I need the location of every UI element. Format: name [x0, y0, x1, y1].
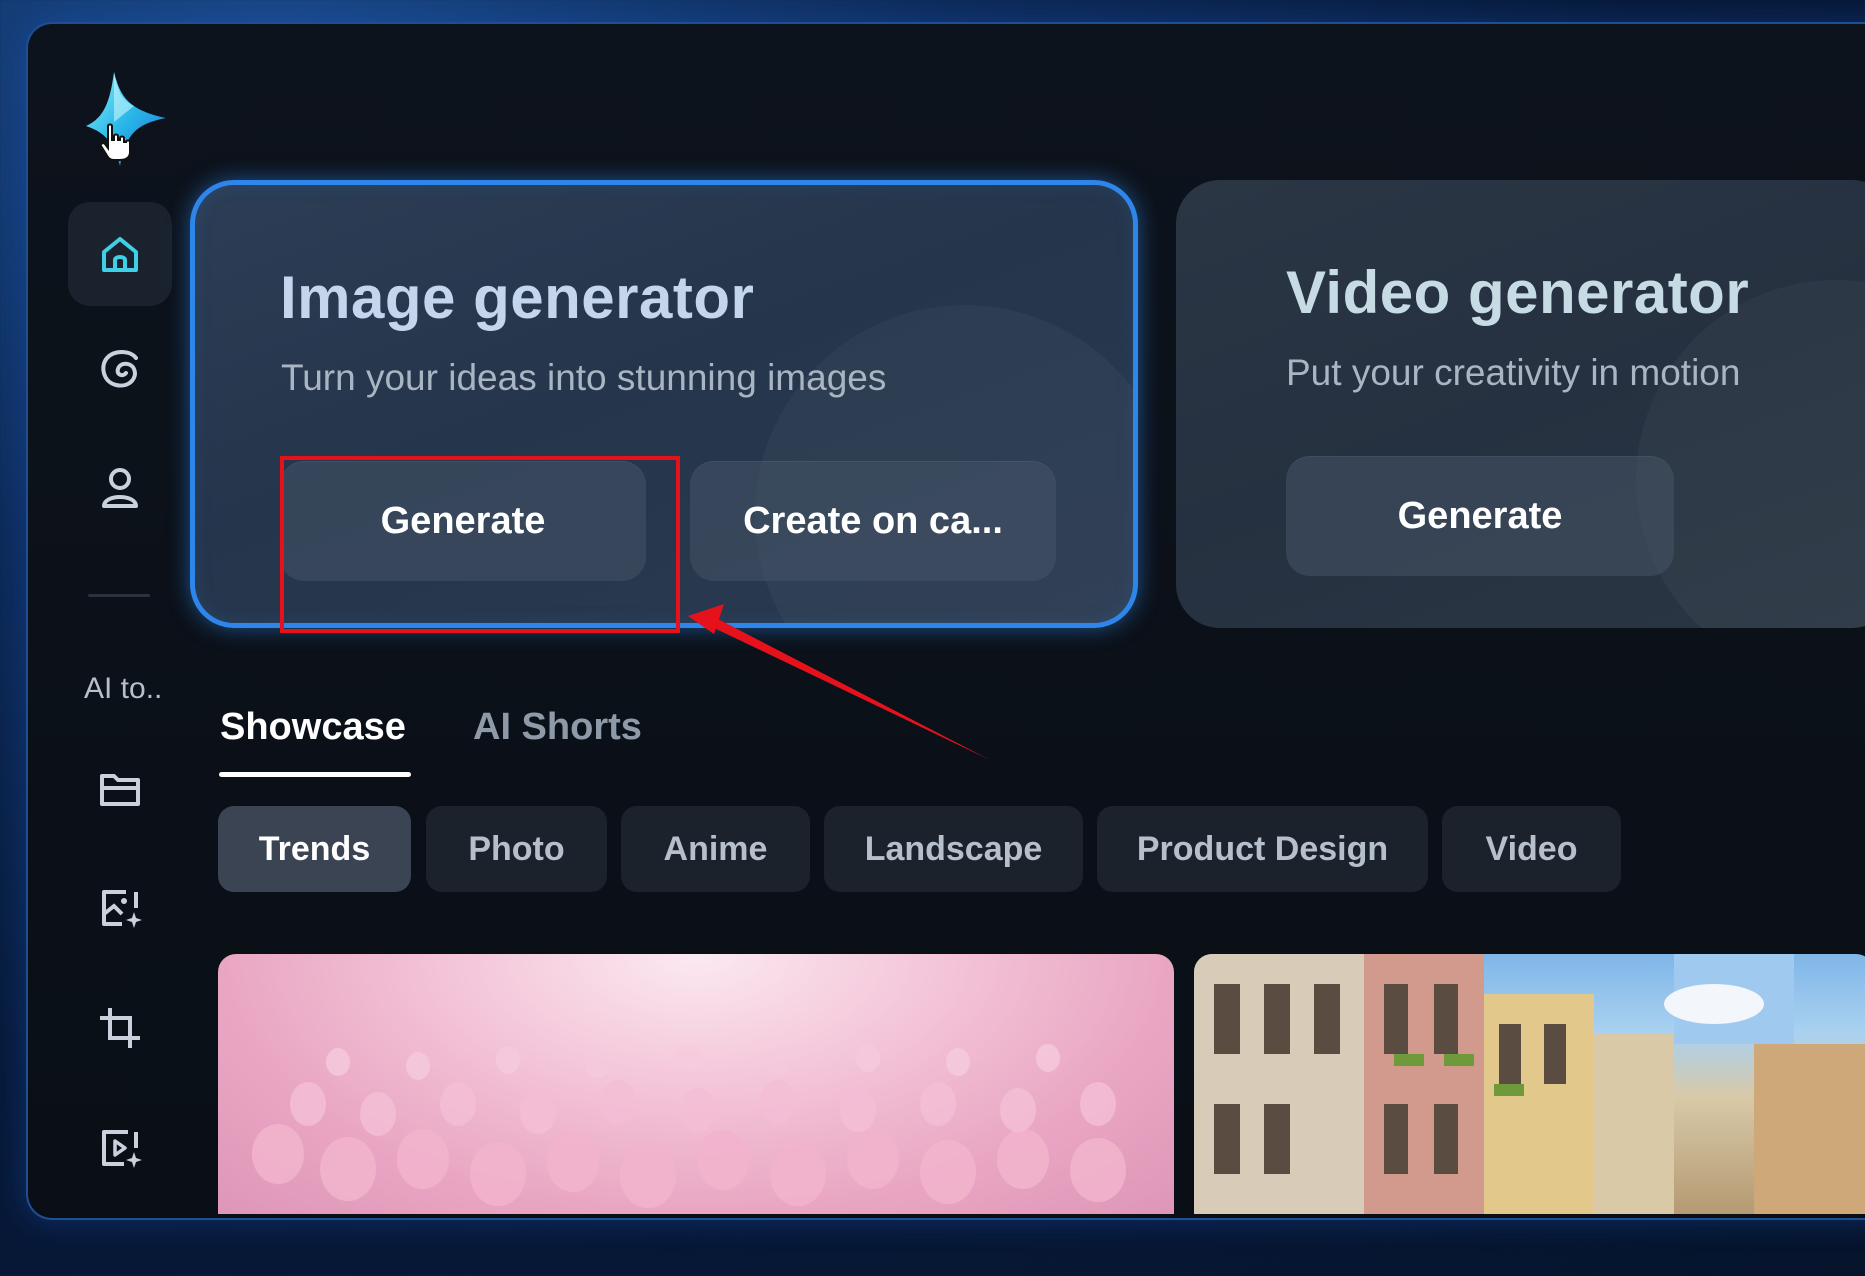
- sidebar-item-image-tool[interactable]: [68, 856, 172, 960]
- pink-spheres-image: [252, 1044, 1126, 1208]
- tab-ai-shorts[interactable]: AI Shorts: [473, 706, 642, 749]
- sidebar: AI to..: [28, 24, 208, 1218]
- user-icon: [102, 468, 138, 508]
- city-street-image: [1194, 954, 1865, 1214]
- sidebar-section-label: AI to..: [84, 672, 163, 705]
- chip-product-design[interactable]: Product Design: [1097, 806, 1428, 892]
- video-sparkle-icon: [102, 1130, 142, 1168]
- image-sparkle-icon: [102, 890, 142, 928]
- create-on-canvas-button[interactable]: Create on ca...: [690, 461, 1056, 581]
- home-icon: [102, 237, 138, 272]
- showcase-thumbnail-city-street[interactable]: [1194, 954, 1865, 1214]
- chip-anime[interactable]: Anime: [621, 806, 810, 892]
- sidebar-item-folder[interactable]: [68, 736, 172, 840]
- image-generator-subtitle: Turn your ideas into stunning images: [281, 357, 887, 398]
- chip-photo[interactable]: Photo: [426, 806, 607, 892]
- video-generator-title: Video generator: [1286, 259, 1750, 326]
- showcase-thumbnail-pink-spheres[interactable]: [218, 954, 1174, 1214]
- folder-icon: [100, 774, 140, 806]
- image-generator-card: Image generator Turn your ideas into stu…: [190, 180, 1138, 628]
- video-generator-subtitle: Put your creativity in motion: [1286, 352, 1741, 393]
- chip-video[interactable]: Video: [1442, 806, 1621, 892]
- sidebar-item-profile[interactable]: [68, 436, 172, 540]
- chip-landscape[interactable]: Landscape: [824, 806, 1083, 892]
- image-generator-title: Image generator: [280, 264, 755, 331]
- hand-cursor-icon: [98, 122, 132, 162]
- sidebar-divider: [88, 594, 150, 597]
- swirl-icon: [101, 350, 138, 388]
- sidebar-item-swirl[interactable]: [68, 316, 172, 420]
- sidebar-item-home[interactable]: [68, 202, 172, 306]
- video-generator-card: Video generator Put your creativity in m…: [1176, 180, 1865, 628]
- crop-icon: [100, 1008, 140, 1048]
- active-tab-underline: [219, 772, 411, 777]
- chip-trends[interactable]: Trends: [218, 806, 411, 892]
- video-generate-button[interactable]: Generate: [1286, 456, 1674, 576]
- image-generate-button[interactable]: Generate: [280, 461, 646, 581]
- card-decoration: [1636, 280, 1865, 628]
- tab-showcase[interactable]: Showcase: [220, 706, 406, 749]
- sidebar-item-crop[interactable]: [68, 976, 172, 1080]
- sidebar-item-video-tool[interactable]: [68, 1096, 172, 1200]
